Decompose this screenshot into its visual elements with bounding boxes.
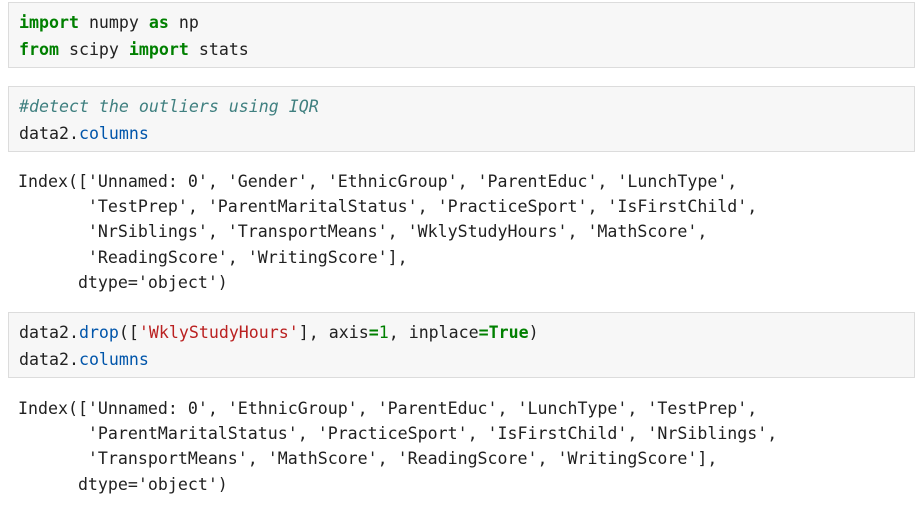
code-text: stats — [188, 40, 249, 59]
code-line: from scipy import stats — [19, 36, 904, 63]
code-cell-imports[interactable]: import numpy as np from scipy import sta… — [8, 2, 915, 68]
dot: . — [68, 350, 79, 369]
output-cell-columns-after-drop: Index(['Unnamed: 0', 'EthnicGroup', 'Par… — [8, 396, 915, 497]
output-line: 'ParentMaritalStatus', 'PracticeSport', … — [18, 424, 778, 444]
output-line: dtype='object') — [18, 272, 228, 292]
output-cell-columns: Index(['Unnamed: 0', 'Gender', 'EthnicGr… — [8, 169, 915, 295]
output-line: 'ReadingScore', 'WritingScore'], — [18, 247, 408, 267]
output-line: Index(['Unnamed: 0', 'EthnicGroup', 'Par… — [18, 399, 758, 418]
code-operator: = — [478, 323, 489, 342]
code-cell-drop[interactable]: data2.drop(['WklyStudyHours'], axis=1, i… — [8, 312, 915, 378]
code-text: scipy — [58, 40, 129, 59]
code-kwarg: axis — [328, 323, 369, 342]
code-punct: ([ — [118, 323, 139, 342]
keyword: as — [148, 13, 169, 32]
output-line: 'NrSiblings', 'TransportMeans', 'WklyStu… — [18, 222, 708, 242]
dot: . — [68, 124, 79, 143]
code-method: drop — [78, 323, 119, 342]
code-punct: ], — [298, 323, 329, 342]
keyword: import — [128, 40, 189, 59]
code-object: data2 — [19, 323, 69, 342]
code-comment: #detect the outliers using IQR — [19, 97, 319, 116]
keyword: import — [19, 13, 79, 32]
code-operator: = — [368, 323, 379, 342]
output-line: dtype='object') — [18, 474, 228, 494]
output-line: Index(['Unnamed: 0', 'Gender', 'EthnicGr… — [18, 172, 738, 191]
output-line: 'TransportMeans', 'MathScore', 'ReadingS… — [18, 449, 718, 469]
code-line: import numpy as np — [19, 9, 904, 36]
code-cell-columns[interactable]: #detect the outliers using IQR data2.col… — [8, 86, 915, 152]
keyword: from — [19, 40, 59, 59]
code-text: np — [168, 13, 199, 32]
code-line: data2.columns — [19, 120, 904, 147]
code-object: data2 — [19, 124, 69, 143]
code-text: numpy — [78, 13, 149, 32]
code-string: 'WklyStudyHours' — [138, 323, 299, 342]
code-attribute: columns — [78, 350, 149, 369]
code-line: data2.drop(['WklyStudyHours'], axis=1, i… — [19, 319, 904, 346]
code-number: 1 — [378, 323, 389, 342]
code-boolean: True — [488, 323, 529, 342]
code-attribute: columns — [78, 124, 149, 143]
code-punct: , — [388, 323, 409, 342]
code-punct: ) — [528, 323, 539, 342]
code-line: data2.columns — [19, 346, 904, 373]
code-kwarg: inplace — [408, 323, 479, 342]
dot: . — [68, 323, 79, 342]
code-object: data2 — [19, 350, 69, 369]
output-line: 'TestPrep', 'ParentMaritalStatus', 'Prac… — [18, 197, 758, 217]
